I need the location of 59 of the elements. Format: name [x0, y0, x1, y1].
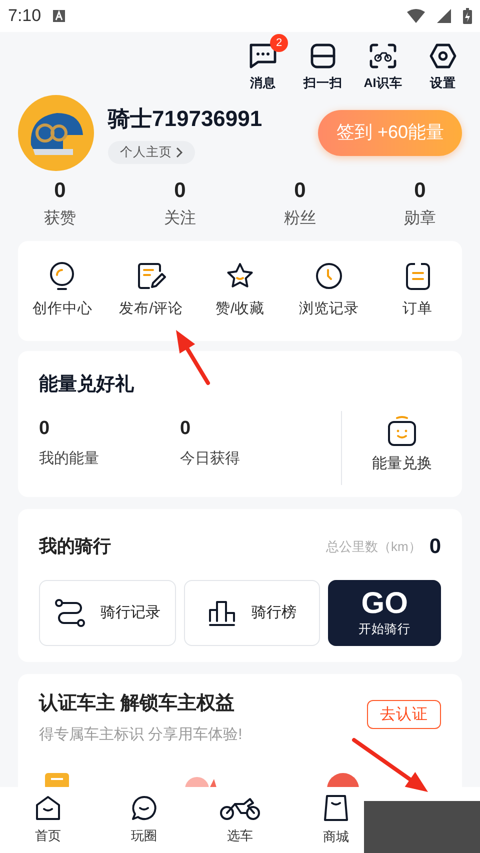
energy-value: 0 [180, 417, 192, 442]
chevron-right-icon [176, 146, 183, 158]
stat-label: 获赞 [44, 208, 76, 229]
smiley-box-icon [386, 415, 418, 448]
annotation-arrow [176, 330, 210, 385]
stat-value: 0 [54, 178, 66, 203]
card-title: 我的骑行 [39, 535, 111, 558]
stat-value: 0 [294, 178, 306, 203]
scan-icon [309, 42, 337, 70]
note-pencil-icon [136, 260, 166, 291]
stat-label: 粉丝 [284, 208, 316, 229]
energy-label: 今日获得 [180, 448, 241, 469]
start-riding-button[interactable]: GO 开始骑行 [328, 580, 441, 646]
shortcut-item[interactable]: 订单 [373, 260, 462, 321]
stat-label: 勋章 [404, 208, 436, 229]
nav-tab[interactable]: 玩圈 [116, 794, 172, 846]
energy-value: 0 [39, 417, 51, 442]
home-icon [34, 794, 62, 822]
card-title: 能量兑好礼 [39, 372, 135, 397]
settings-icon [428, 42, 458, 70]
nav-tab[interactable]: 首页 [20, 794, 76, 846]
chat-icon [130, 794, 158, 822]
stat-label: 关注 [164, 208, 196, 229]
energy-label: 我的能量 [39, 448, 100, 469]
notification-icon [53, 10, 66, 22]
top-action-button[interactable]: 消息 2 [238, 34, 288, 93]
homepage-link[interactable]: 个人主页 [108, 140, 195, 164]
clipboard-icon [404, 260, 432, 291]
shortcut-item[interactable]: 浏览记录 [284, 260, 374, 321]
user-name: 骑士719736991 [108, 104, 262, 133]
total-distance-value: 0 [429, 534, 441, 560]
clock-icon [314, 260, 344, 291]
nav-tab[interactable]: 选车 [212, 794, 268, 846]
route-icon [54, 598, 86, 628]
riding-button[interactable]: 骑行记录 [39, 580, 176, 646]
top-action-button[interactable]: AI识车 [358, 34, 408, 93]
top-action-button[interactable]: 扫一扫 [298, 34, 348, 93]
card-title: 认证车主 解锁车主权益 [39, 692, 236, 716]
energy-exchange-button[interactable]: 能量兑换 [342, 415, 462, 486]
lightbulb-icon [48, 260, 76, 291]
shortcut-item[interactable]: 创作中心 [18, 260, 107, 321]
total-distance-label: 总公里数（km） [326, 538, 422, 556]
riding-button[interactable]: 骑行榜 [184, 580, 320, 646]
motorcycle-scan-icon [368, 42, 398, 70]
wifi-icon [407, 9, 425, 23]
top-action-button[interactable]: 设置 [418, 34, 468, 93]
battery-icon [463, 8, 472, 24]
shopping-bag-icon [322, 793, 350, 824]
chat-bubble-icon [248, 42, 278, 70]
nav-tab[interactable]: 商城 [308, 793, 364, 847]
stat-value: 0 [174, 178, 186, 203]
shortcut-item[interactable]: 赞/收藏 [196, 260, 284, 321]
shortcut-item[interactable]: 发布/评论 [106, 260, 196, 321]
card-subtitle: 得专属车主标识 分享用车体验! [39, 725, 242, 746]
signal-icon [437, 9, 451, 23]
status-time: 7:10 [8, 5, 42, 28]
podium-icon [207, 599, 238, 628]
stat-value: 0 [414, 178, 426, 203]
unread-badge: 2 [270, 34, 288, 52]
